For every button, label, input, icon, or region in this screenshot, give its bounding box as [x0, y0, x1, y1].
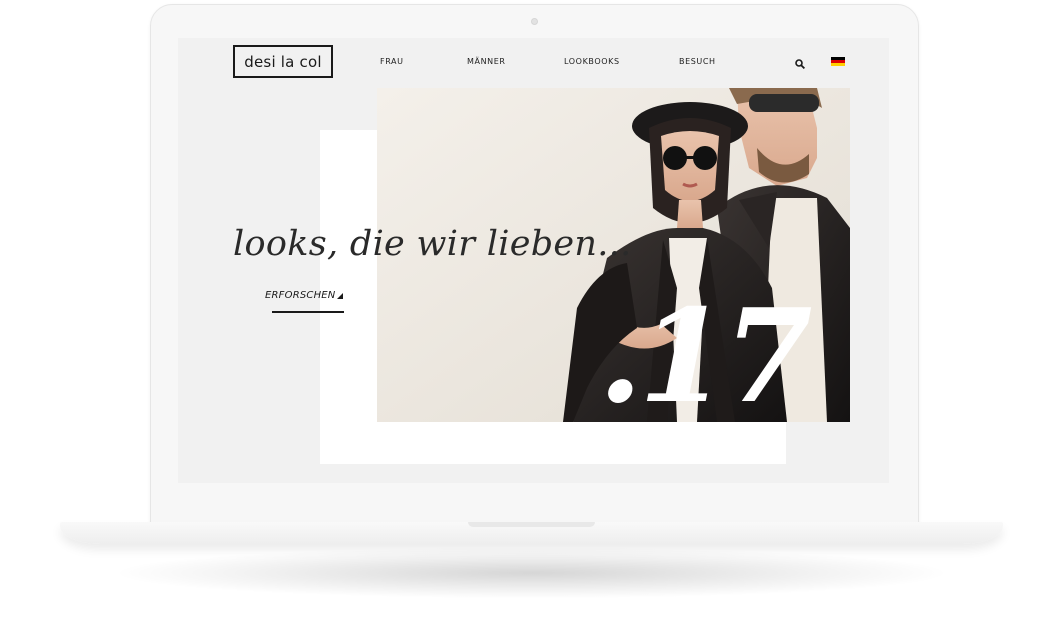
nav-item-maenner[interactable]: MÄNNER — [467, 57, 506, 66]
german-flag-icon[interactable] — [831, 57, 845, 66]
brand-logo-text: desi la col — [244, 52, 322, 71]
search-icon[interactable] — [795, 56, 806, 70]
explore-underline — [272, 311, 344, 313]
website-screen: desi la col FRAU MÄNNER LOOKBOOKS BESUCH… — [178, 38, 889, 483]
arrow-corner-icon — [337, 293, 343, 299]
brand-logo[interactable]: desi la col — [233, 45, 333, 78]
explore-button[interactable]: ERFORSCHEN — [264, 288, 344, 313]
year-number: .17 — [598, 282, 813, 432]
explore-label: ERFORSCHEN — [265, 290, 336, 301]
laptop-mockup: desi la col FRAU MÄNNER LOOKBOOKS BESUCH… — [0, 0, 1063, 641]
camera-icon — [531, 18, 538, 25]
laptop-notch — [468, 522, 595, 527]
nav-item-besuch[interactable]: BESUCH — [679, 57, 716, 66]
laptop-shadow — [120, 548, 943, 598]
nav-item-lookbooks[interactable]: LOOKBOOKS — [564, 57, 620, 66]
hero-tagline: looks, die wir lieben... — [233, 224, 632, 264]
nav-item-frau[interactable]: FRAU — [380, 57, 404, 66]
